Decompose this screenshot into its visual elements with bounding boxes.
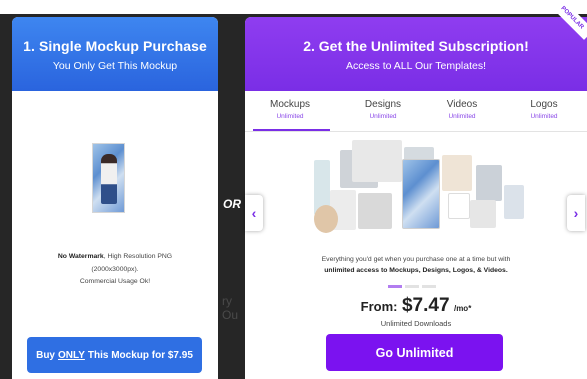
tab-designs[interactable]: Designs Unlimited (343, 99, 423, 120)
single-purchase-subtitle: You Only Get This Mockup (52, 60, 178, 72)
tab-mockups[interactable]: Mockups Unlimited (250, 99, 330, 120)
dimensions-text: (2000x3000px). (91, 265, 139, 273)
chevron-right-icon: › (573, 205, 579, 221)
carousel-dot[interactable] (405, 285, 419, 288)
collage-tile (470, 200, 496, 228)
unlimited-downloads-label: Unlimited Downloads (380, 319, 452, 328)
carousel-next-button[interactable]: › (567, 195, 585, 231)
background-text: ry Ou (222, 294, 239, 322)
tab-label: Mockups (269, 99, 310, 110)
single-purchase-description: No Watermark, High Resolution PNG (2000x… (12, 251, 218, 289)
tab-label: Designs (364, 99, 402, 110)
subscription-description: Everything you'd get when you purchase o… (245, 254, 587, 276)
collage-tile (314, 205, 338, 233)
go-unlimited-button[interactable]: Go Unlimited (326, 334, 503, 371)
collage-tile (358, 193, 392, 229)
price-unit: /mo* (453, 304, 472, 313)
top-strip (0, 0, 587, 14)
single-purchase-title: 1. Single Mockup Purchase (23, 38, 207, 54)
price-from-label: From: (360, 299, 398, 314)
subscription-description-line1: Everything you'd get when you purchase o… (321, 256, 511, 263)
tab-sublabel: Unlimited (448, 113, 476, 120)
buy-price-label: This Mockup for $7.95 (87, 349, 193, 361)
tab-logos[interactable]: Logos Unlimited (504, 99, 584, 120)
tab-videos[interactable]: Videos Unlimited (422, 99, 502, 120)
collage-tile (476, 165, 502, 201)
chevron-left-icon: ‹ (251, 205, 257, 221)
tab-label: Logos (530, 99, 558, 110)
carousel-indicator (388, 285, 436, 288)
carousel-dot[interactable] (388, 285, 402, 288)
tab-sublabel: Unlimited (530, 113, 558, 120)
price-amount: $7.47 (401, 295, 450, 316)
collage-tile (352, 140, 402, 182)
subscription-description-line2: unlimited access to Mockups, Designs, Lo… (324, 267, 508, 274)
subscription-title: 2. Get the Unlimited Subscription! (303, 38, 529, 54)
collage-feature-mockup (402, 159, 440, 229)
tab-label: Videos (446, 99, 478, 110)
collage-tile (504, 185, 524, 219)
carousel-dot[interactable] (422, 285, 436, 288)
collage-tile (442, 155, 472, 191)
tab-sublabel: Unlimited (276, 113, 304, 120)
or-divider: OR (223, 197, 241, 211)
tabs-divider (245, 131, 587, 132)
resolution-text: , High Resolution PNG (103, 253, 173, 260)
subscription-subtitle: Access to ALL Our Templates! (345, 60, 487, 72)
commercial-usage-text: Commercial Usage Ok! (79, 278, 151, 285)
buy-label: Buy (36, 349, 55, 361)
carousel-prev-button[interactable]: ‹ (245, 195, 263, 231)
tab-sublabel: Unlimited (369, 113, 397, 120)
single-purchase-header: 1. Single Mockup Purchase You Only Get T… (12, 17, 218, 91)
subscription-header: 2. Get the Unlimited Subscription! Acces… (245, 17, 587, 91)
mockup-thumbnail (92, 143, 125, 213)
only-label: ONLY (58, 349, 85, 361)
templates-collage (300, 140, 530, 250)
collage-tile (448, 193, 470, 219)
category-tabs: Mockups Unlimited Designs Unlimited Vide… (245, 91, 587, 131)
no-watermark-label: No Watermark (57, 253, 104, 260)
buy-single-mockup-button[interactable]: Buy ONLY This Mockup for $7.95 (27, 337, 202, 373)
price-display: From: $7.47 /mo* (245, 295, 587, 317)
mockup-figure (101, 154, 117, 204)
